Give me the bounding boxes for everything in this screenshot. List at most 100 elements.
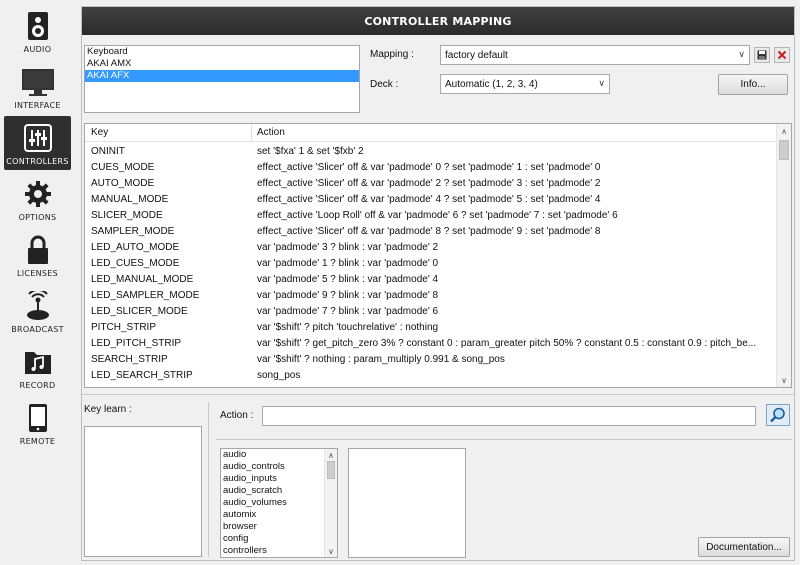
scrollbar-thumb[interactable] bbox=[327, 461, 335, 479]
scroll-up-icon[interactable]: ∧ bbox=[777, 124, 791, 138]
table-row[interactable]: LED_CUES_MODE var 'padmode' 1 ? blink : v… bbox=[85, 256, 777, 272]
action-column-header[interactable]: Action bbox=[257, 127, 285, 138]
sidebar-item-licenses[interactable]: LICENSES bbox=[4, 228, 71, 282]
table-row[interactable]: AUTO_MODE effect_active 'Slicer' off & va… bbox=[85, 176, 777, 192]
device-list-item[interactable]: AKAI AMX bbox=[85, 58, 359, 70]
row-key: CUES_MODE bbox=[91, 162, 155, 173]
device-list-item-selected[interactable]: AKAI AFX bbox=[85, 70, 359, 82]
table-row[interactable]: MANUAL_MODE effect_active 'Slicer' off & … bbox=[85, 192, 777, 208]
sidebar-item-interface[interactable]: INTERFACE bbox=[4, 60, 71, 114]
sidebar-item-remote[interactable]: REMOTE bbox=[4, 396, 71, 450]
table-row[interactable]: LED_SEARCH_STRIP song_pos bbox=[85, 368, 777, 384]
sliders-icon bbox=[21, 123, 55, 153]
key-learn-box[interactable] bbox=[84, 426, 202, 557]
action-input[interactable] bbox=[262, 406, 756, 426]
delete-icon[interactable] bbox=[774, 47, 790, 63]
info-button[interactable]: Info... bbox=[718, 74, 788, 95]
list-item[interactable]: audio bbox=[221, 449, 337, 461]
mapping-value: factory default bbox=[445, 49, 508, 61]
speaker-icon bbox=[21, 11, 55, 41]
row-action: var '$shift' ? nothing : param_multiply … bbox=[257, 354, 505, 365]
table-row[interactable]: CUES_MODE effect_active 'Slicer' off & va… bbox=[85, 160, 777, 176]
row-key: LED_AUTO_MODE bbox=[91, 242, 180, 253]
row-action: effect_active 'Slicer' off & var 'padmod… bbox=[257, 226, 601, 237]
table-row[interactable]: PITCH_STRIP var '$shift' ? pitch 'touchre… bbox=[85, 320, 777, 336]
row-action: effect_active 'Slicer' off & var 'padmod… bbox=[257, 178, 601, 189]
row-action: var 'padmode' 5 ? blink : var 'padmode' … bbox=[257, 274, 439, 285]
table-scrollbar[interactable]: ∧ ∨ bbox=[776, 124, 791, 387]
documentation-button[interactable]: Documentation... bbox=[698, 537, 790, 557]
row-key: PITCH_STRIP bbox=[91, 322, 157, 333]
table-row[interactable]: LED_SLICER_MODE var 'padmode' 7 ? blink :… bbox=[85, 304, 777, 320]
deck-select[interactable]: Automatic (1, 2, 3, 4) ∨ bbox=[440, 74, 610, 94]
save-icon[interactable] bbox=[754, 47, 770, 63]
row-action: var '$shift' ? get_pitch_zero 3% ? const… bbox=[257, 338, 757, 349]
action-label: Action : bbox=[220, 410, 254, 421]
column-divider[interactable] bbox=[251, 124, 252, 142]
row-key: SAMPLER_MODE bbox=[91, 226, 175, 237]
list-item[interactable]: automix bbox=[221, 509, 337, 521]
key-learn-label: Key learn : bbox=[84, 404, 132, 415]
scroll-down-icon[interactable]: ∨ bbox=[325, 545, 337, 557]
lock-icon bbox=[21, 235, 55, 265]
row-action: var 'padmode' 3 ? blink : var 'padmode' … bbox=[257, 242, 439, 253]
sidebar-item-controllers[interactable]: CONTROLLERS bbox=[4, 116, 71, 170]
list-item[interactable]: config bbox=[221, 533, 337, 545]
verb-list-scrollbar[interactable]: ∧ ∨ bbox=[324, 449, 337, 557]
list-item[interactable]: audio_scratch bbox=[221, 485, 337, 497]
sidebar-item-record[interactable]: RECORD bbox=[4, 340, 71, 394]
key-column-header[interactable]: Key bbox=[91, 127, 108, 138]
mapping-label: Mapping : bbox=[370, 49, 414, 60]
sidebar-item-audio[interactable]: AUDIO bbox=[4, 4, 71, 58]
scrollbar-thumb[interactable] bbox=[779, 140, 789, 160]
mapping-table[interactable]: Key Action ONINIT set '$fxa' 1 & set '$fx… bbox=[84, 123, 792, 388]
table-row[interactable]: SAMPLER_MODE effect_active 'Slicer' off &… bbox=[85, 224, 777, 240]
sidebar-item-broadcast[interactable]: BROADCAST bbox=[4, 284, 71, 338]
sidebar-item-label: BROADCAST bbox=[11, 325, 64, 334]
row-action: effect_active 'Slicer' off & var 'padmod… bbox=[257, 194, 601, 205]
row-action: song_pos bbox=[257, 370, 301, 381]
table-row[interactable]: LED_PITCH_STRIP var '$shift' ? get_pitch_… bbox=[85, 336, 777, 352]
row-key: SEARCH_STRIP bbox=[91, 354, 168, 365]
verb-list[interactable] bbox=[348, 448, 466, 558]
table-header: Key Action bbox=[85, 124, 777, 142]
row-key: LED_SEARCH_STRIP bbox=[91, 370, 193, 381]
divider bbox=[216, 439, 792, 440]
music-folder-icon bbox=[21, 347, 55, 377]
list-item[interactable]: controllers bbox=[221, 545, 337, 557]
table-row[interactable]: LED_SAMPLER_MODE var 'padmode' 9 ? blink … bbox=[85, 288, 777, 304]
monitor-icon bbox=[21, 67, 55, 97]
device-list-item[interactable]: Keyboard bbox=[85, 46, 359, 58]
device-list[interactable]: Keyboard AKAI AMX AKAI AFX bbox=[84, 45, 360, 113]
gear-icon bbox=[21, 179, 55, 209]
table-row[interactable]: SLICER_MODE effect_active 'Loop Roll' off… bbox=[85, 208, 777, 224]
controller-mapping-panel: CONTROLLER MAPPING Keyboard AKAI AMX AKA… bbox=[81, 6, 795, 561]
list-item[interactable]: audio_volumes bbox=[221, 497, 337, 509]
broadcast-icon bbox=[21, 291, 55, 321]
table-row[interactable]: LED_AUTO_MODE var 'padmode' 3 ? blink : v… bbox=[85, 240, 777, 256]
row-action: effect_active 'Slicer' off & var 'padmod… bbox=[257, 162, 601, 173]
row-key: ONINIT bbox=[91, 146, 125, 157]
row-key: LED_MANUAL_MODE bbox=[91, 274, 194, 285]
scroll-up-icon[interactable]: ∧ bbox=[325, 449, 337, 461]
row-key: LED_CUES_MODE bbox=[91, 258, 180, 269]
magnifier-icon[interactable] bbox=[766, 404, 790, 426]
sidebar-item-label: CONTROLLERS bbox=[6, 157, 69, 166]
row-key: LED_SLICER_MODE bbox=[91, 306, 188, 317]
list-item[interactable]: audio_inputs bbox=[221, 473, 337, 485]
sidebar-item-options[interactable]: OPTIONS bbox=[4, 172, 71, 226]
verb-category-list[interactable]: audio audio_controls audio_inputs audio_… bbox=[220, 448, 338, 558]
table-row[interactable]: LED_MANUAL_MODE var 'padmode' 5 ? blink :… bbox=[85, 272, 777, 288]
list-item[interactable]: audio_controls bbox=[221, 461, 337, 473]
sidebar-item-label: INTERFACE bbox=[14, 101, 61, 110]
mapping-select[interactable]: factory default ∨ bbox=[440, 45, 750, 65]
chevron-down-icon: ∨ bbox=[598, 78, 605, 88]
row-action: effect_active 'Loop Roll' off & var 'pad… bbox=[257, 210, 618, 221]
row-action: var '$shift' ? pitch 'touchrelative' : n… bbox=[257, 322, 439, 333]
list-item[interactable]: browser bbox=[221, 521, 337, 533]
table-row[interactable]: ONINIT set '$fxa' 1 & set '$fxb' 2 bbox=[85, 144, 777, 160]
row-action: set '$fxa' 1 & set '$fxb' 2 bbox=[257, 146, 364, 157]
table-row[interactable]: SEARCH_STRIP var '$shift' ? nothing : par… bbox=[85, 352, 777, 368]
row-action: var 'padmode' 9 ? blink : var 'padmode' … bbox=[257, 290, 439, 301]
scroll-down-icon[interactable]: ∨ bbox=[777, 373, 791, 387]
